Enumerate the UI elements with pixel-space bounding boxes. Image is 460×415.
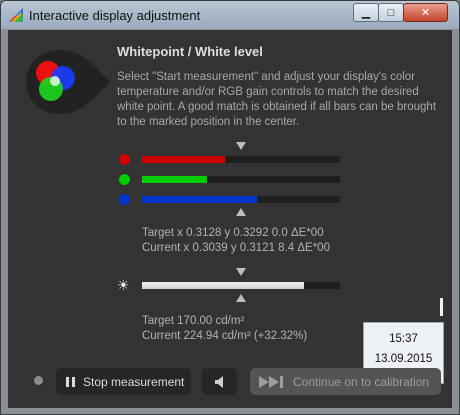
continue-label: Continue on to calibration	[293, 374, 430, 389]
red-gain-fill	[142, 156, 226, 163]
clock-time: 15:37	[389, 333, 418, 345]
rgb-logo-icon	[26, 50, 110, 114]
window-title: Interactive display adjustment	[29, 8, 201, 23]
luminance-target: Target 170.00 cd/m²	[142, 315, 245, 327]
whitepoint-target: Target x 0.3128 y 0.3292 0.0 ΔE*00	[142, 227, 324, 239]
luminance-current: Current 224.94 cd/m² (+32.32%)	[142, 330, 308, 342]
brightness-icon: ☀	[117, 277, 130, 293]
pause-icon	[66, 376, 75, 387]
sound-toggle-button[interactable]	[202, 368, 237, 395]
red-channel-dot	[119, 154, 130, 165]
minimize-button[interactable]: ▁	[353, 3, 379, 22]
app-window: Interactive display adjustment ▁ □ ✕ Whi…	[0, 0, 460, 415]
instructions-text: Select "Start measurement" and adjust yo…	[117, 71, 437, 128]
whitepoint-current: Current x 0.3039 y 0.3121 8.4 ΔE*00	[142, 242, 330, 254]
close-button[interactable]: ✕	[403, 3, 448, 22]
title-bar[interactable]: Interactive display adjustment ▁ □ ✕	[1, 1, 459, 29]
continue-to-calibration-button[interactable]: Continue on to calibration	[250, 368, 441, 395]
stop-measurement-button[interactable]: Stop measurement	[56, 368, 191, 395]
maximize-button[interactable]: □	[378, 3, 404, 22]
adjustment-panel: Whitepoint / White level Select "Start m…	[8, 30, 452, 408]
taskbar-edge	[440, 298, 443, 316]
blue-gain-bar	[142, 196, 340, 203]
luminance-marker-bottom-icon	[236, 294, 246, 302]
luminance-fill	[142, 282, 305, 289]
skip-forward-icon	[259, 375, 283, 388]
center-marker-top-icon	[236, 142, 246, 150]
luminance-bar	[142, 282, 340, 289]
clock-date: 13.09.2015	[374, 353, 433, 365]
blue-channel-dot	[119, 194, 130, 205]
green-channel-dot	[119, 174, 130, 185]
app-logo-icon	[9, 8, 23, 22]
red-gain-bar	[142, 156, 340, 163]
stop-measurement-label: Stop measurement	[83, 374, 185, 389]
speaker-icon	[214, 375, 223, 388]
luminance-marker-top-icon	[236, 268, 246, 276]
section-heading: Whitepoint / White level	[117, 44, 263, 59]
green-gain-fill	[142, 176, 208, 183]
center-marker-bottom-icon	[236, 208, 246, 216]
blue-gain-fill	[142, 196, 257, 203]
green-gain-bar	[142, 176, 340, 183]
measurement-status-indicator	[34, 376, 43, 385]
